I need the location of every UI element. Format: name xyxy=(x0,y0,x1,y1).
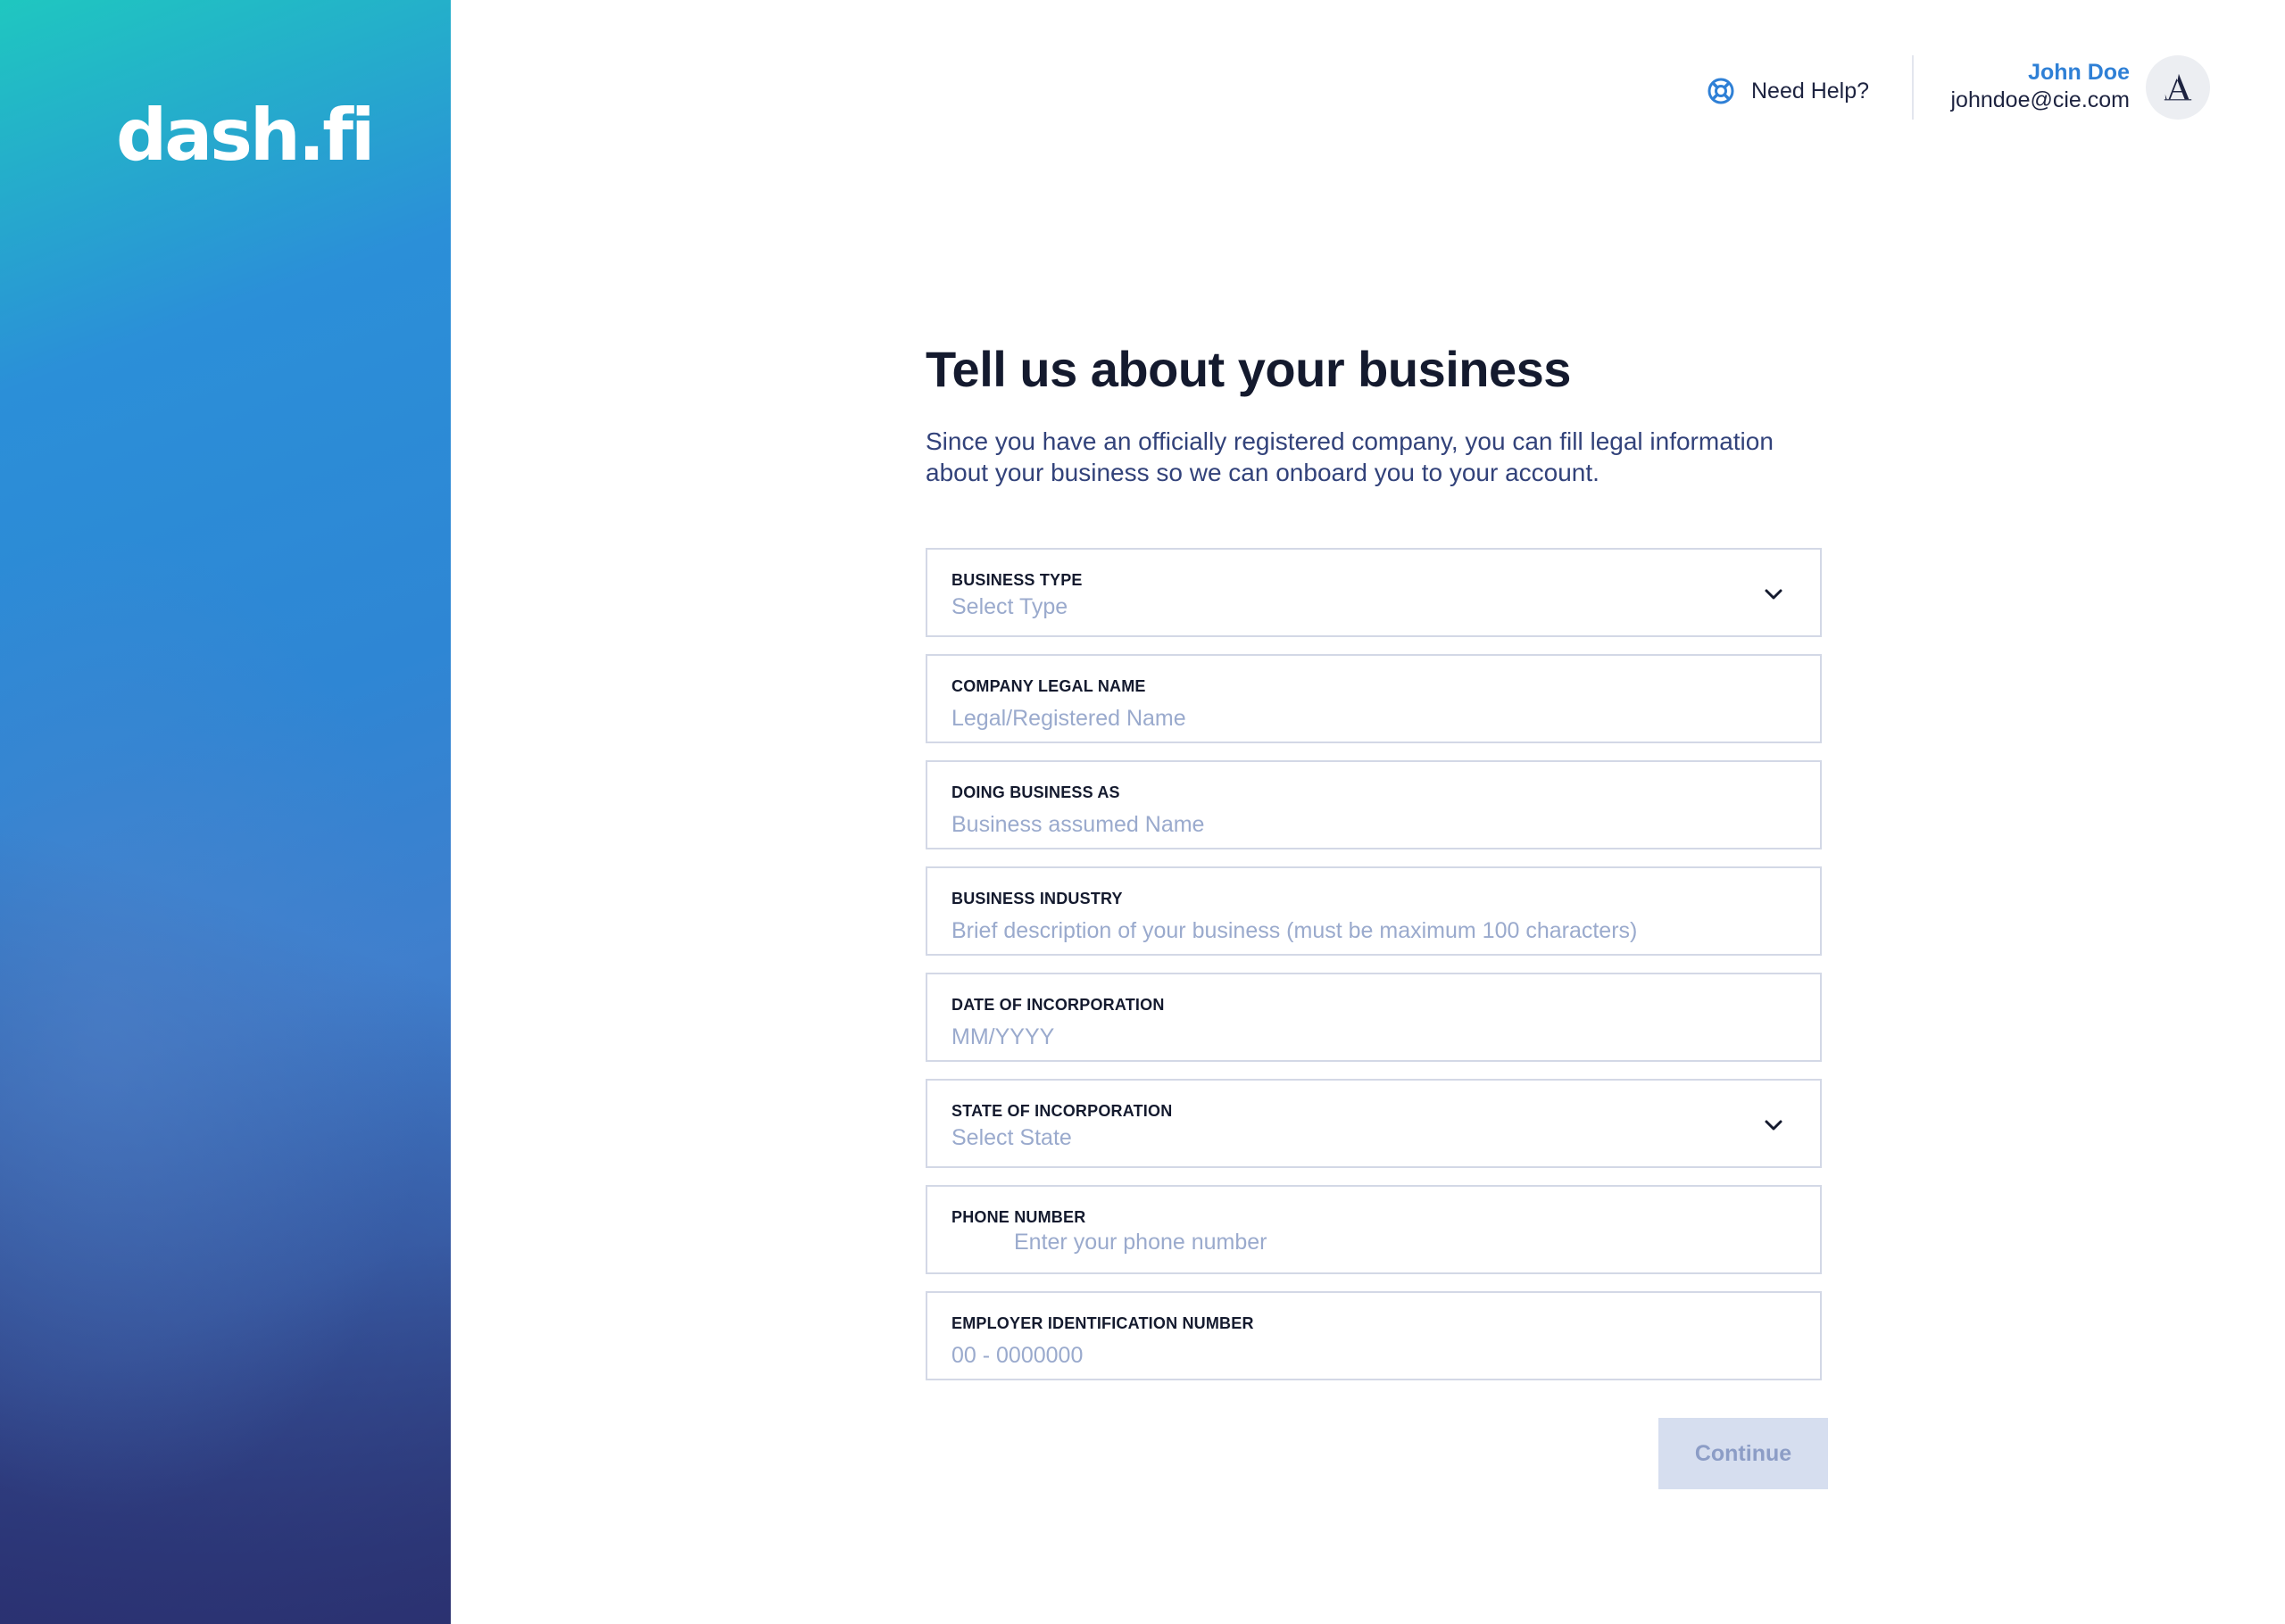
field-placeholder: Enter your phone number xyxy=(1014,1230,1267,1255)
field-placeholder: 00 - 0000000 xyxy=(951,1343,1084,1368)
help-label: Need Help? xyxy=(1751,78,1870,104)
field-placeholder: Business assumed Name xyxy=(951,812,1205,837)
user-info[interactable]: John Doe johndoe@cie.com xyxy=(1951,59,2131,115)
field-label: BUSINESS INDUSTRY xyxy=(951,890,1123,907)
field-label: EMPLOYER IDENTIFICATION NUMBER xyxy=(951,1314,1254,1332)
page-subtitle: Since you have an officially registered … xyxy=(926,427,1774,487)
business-type-select[interactable]: BUSINESS TYPE Select Type xyxy=(926,548,1822,637)
header-divider xyxy=(1912,55,1914,120)
business-form: Tell us about your business Since you ha… xyxy=(926,339,1828,1489)
doing-business-as-field[interactable]: DOING BUSINESS AS Business assumed Name xyxy=(926,760,1822,849)
field-label: COMPANY LEGAL NAME xyxy=(951,677,1146,695)
brand-sidebar: dash.fi xyxy=(0,0,451,1624)
field-placeholder: Select Type xyxy=(951,594,1068,619)
lifebuoy-icon xyxy=(1708,78,1734,104)
chevron-down-icon xyxy=(1765,1120,1782,1131)
business-industry-field[interactable]: BUSINESS INDUSTRY Brief description of y… xyxy=(926,866,1822,956)
date-of-incorporation-field[interactable]: DATE OF INCORPORATION MM/YYYY xyxy=(926,973,1822,1062)
form-fields: BUSINESS TYPE Select Type COMPANY LEGAL … xyxy=(926,548,1822,1397)
field-label: DATE OF INCORPORATION xyxy=(951,996,1165,1014)
help-link[interactable]: Need Help? xyxy=(1707,73,1869,109)
phone-number-field[interactable]: PHONE NUMBER Enter your phone number xyxy=(926,1185,1822,1274)
brand-logo[interactable]: dash.fi xyxy=(116,100,375,171)
page-title: Tell us about your business xyxy=(926,341,1571,397)
field-label: STATE OF INCORPORATION xyxy=(951,1102,1173,1120)
field-placeholder: Select State xyxy=(951,1125,1072,1150)
chevron-down-icon xyxy=(1765,589,1782,600)
avatar[interactable] xyxy=(2146,55,2210,120)
field-placeholder: Legal/Registered Name xyxy=(951,706,1186,731)
field-placeholder: MM/YYYY xyxy=(951,1024,1055,1049)
user-email: johndoe@cie.com xyxy=(1950,87,2131,113)
state-of-incorporation-select[interactable]: STATE OF INCORPORATION Select State xyxy=(926,1079,1822,1168)
field-label: BUSINESS TYPE xyxy=(951,571,1083,589)
continue-button[interactable]: Continue xyxy=(1658,1418,1828,1489)
field-label: PHONE NUMBER xyxy=(951,1208,1086,1226)
field-placeholder: Brief description of your business (must… xyxy=(951,918,1638,943)
user-name: John Doe xyxy=(2028,60,2130,85)
employer-identification-number-field[interactable]: EMPLOYER IDENTIFICATION NUMBER 00 - 0000… xyxy=(926,1291,1822,1380)
company-legal-name-field[interactable]: COMPANY LEGAL NAME Legal/Registered Name xyxy=(926,654,1822,743)
company-logo-icon xyxy=(2164,73,2192,101)
field-label: DOING BUSINESS AS xyxy=(951,783,1120,801)
